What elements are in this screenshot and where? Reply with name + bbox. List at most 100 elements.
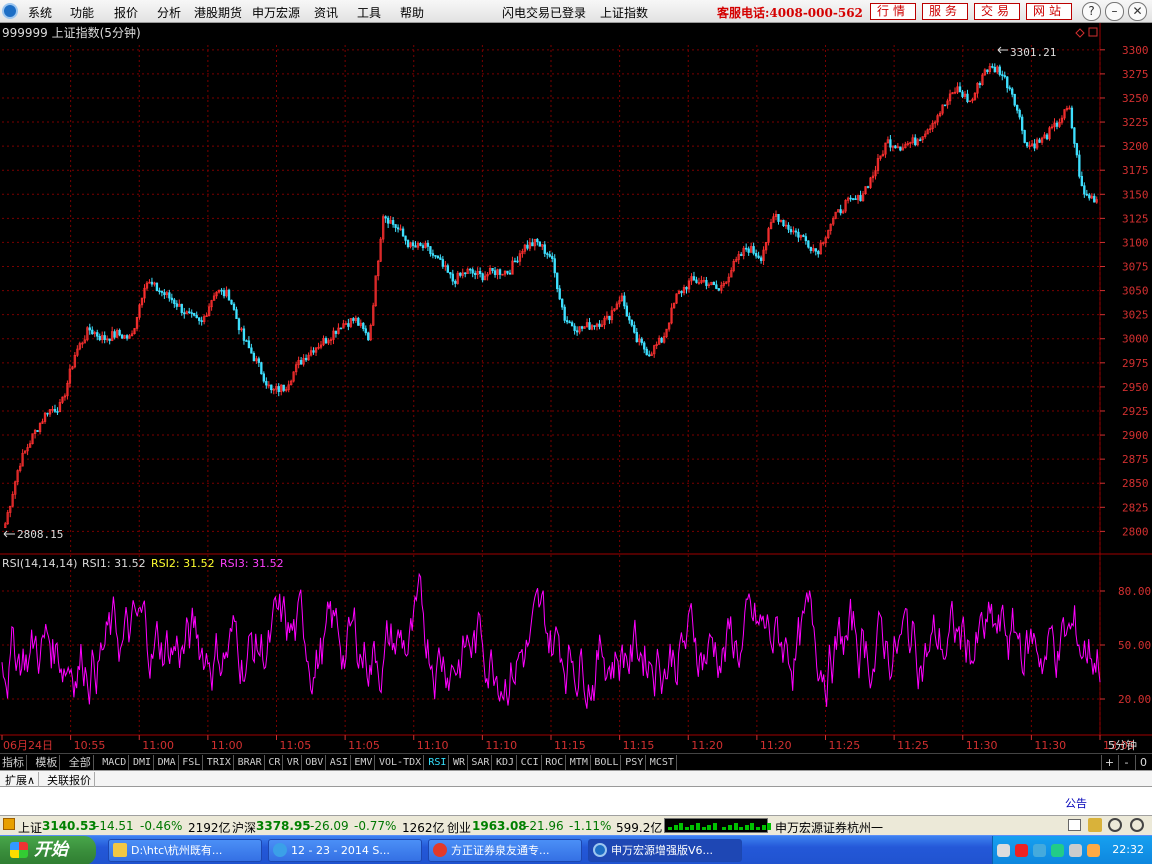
taskbar-item-browser[interactable]: 12 - 23 - 2014 S...: [268, 839, 422, 862]
current-index-name: 上证指数: [600, 6, 649, 20]
breadth-bar: [696, 823, 700, 830]
indicator-tab-wr[interactable]: WR: [451, 755, 469, 770]
indicator-tab-kdj[interactable]: KDJ: [494, 755, 518, 770]
indicator-tab-dmi[interactable]: DMI: [131, 755, 155, 770]
indicator-tab-macd[interactable]: MACD: [100, 755, 130, 770]
indicator-tab-emv[interactable]: EMV: [352, 755, 376, 770]
breadth-bar: [750, 823, 755, 830]
candle-body: [198, 317, 201, 321]
indicator-tab-mtm[interactable]: MTM: [568, 755, 591, 770]
update-icon[interactable]: [1087, 844, 1100, 857]
settings-icon[interactable]: [1130, 818, 1144, 832]
candle-body: [804, 236, 808, 242]
indicator-tab-rsi[interactable]: RSI: [426, 755, 450, 770]
menu-info[interactable]: 资讯: [314, 4, 338, 21]
indicator-tab-fsl[interactable]: FSL: [180, 755, 204, 770]
candle-body: [471, 269, 474, 274]
expand-button[interactable]: 扩展∧: [2, 772, 40, 788]
candle-body: [1045, 134, 1049, 140]
candle-body: [695, 279, 698, 283]
indicator-tab-asi[interactable]: ASI: [328, 755, 351, 770]
minimize-icon[interactable]: –: [1105, 2, 1124, 21]
lock-icon[interactable]: [1108, 818, 1122, 832]
candle-body: [513, 260, 517, 263]
indicator-tab-roc[interactable]: ROC: [543, 755, 567, 770]
candle-body: [324, 338, 328, 344]
cy-change: -21.96: [525, 819, 564, 833]
signal-icon[interactable]: [1088, 818, 1102, 832]
candle-body: [431, 253, 435, 256]
service-button[interactable]: 服务: [922, 3, 968, 20]
service-hotline: 客服电话:4008-000-562: [717, 6, 863, 20]
im-icon[interactable]: [1015, 844, 1028, 857]
zoom-out-button[interactable]: -: [1118, 755, 1134, 770]
taskbar-item-fangzheng[interactable]: 方正证券泉友通专...: [428, 839, 582, 862]
diamond-icon[interactable]: [1075, 28, 1085, 38]
indicator-tab-指标[interactable]: 指标: [0, 755, 27, 770]
website-button[interactable]: 网站: [1026, 3, 1072, 20]
taskbar-item-folder[interactable]: D:\htc\杭州既有...: [108, 839, 262, 862]
taskbar-item-label: D:\htc\杭州既有...: [131, 844, 223, 857]
zoom-in-button[interactable]: +: [1101, 755, 1117, 770]
menu-system[interactable]: 系统: [28, 4, 52, 21]
candle-body: [561, 298, 564, 308]
period-label[interactable]: 5分钟: [1108, 738, 1137, 752]
candle-body: [168, 292, 171, 299]
volume-icon[interactable]: [1069, 844, 1082, 857]
price-tick-label: 3075: [1122, 261, 1149, 274]
candle-body: [573, 325, 576, 331]
indicator-tab-cci[interactable]: CCI: [519, 755, 542, 770]
chart-area[interactable]: 3300 3275 3250 3225 3200 3175 3150 3125 3100 3075…: [0, 23, 1152, 753]
ticker-icon[interactable]: [3, 818, 15, 830]
indicator-tab-vol-tdx[interactable]: VOL-TDX: [377, 755, 425, 770]
indicator-tab-全部[interactable]: 全部: [67, 755, 94, 770]
indicator-tab-psy[interactable]: PSY: [623, 755, 647, 770]
candle-body: [252, 352, 256, 362]
indicator-tab-vr[interactable]: VR: [285, 755, 302, 770]
breadth-bar: [728, 825, 732, 830]
menu-quote[interactable]: 报价: [114, 4, 138, 21]
app-logo-icon[interactable]: [2, 3, 18, 19]
taskbar-item-swhy[interactable]: 申万宏源增强版V6...: [588, 839, 742, 862]
menu-swhy[interactable]: 申万宏源: [252, 4, 300, 21]
candle-body: [88, 327, 91, 331]
breadth-bar: [733, 823, 738, 830]
notebook-icon[interactable]: [1068, 819, 1081, 831]
keyboard-icon[interactable]: [997, 844, 1010, 857]
indicator-tab-dma[interactable]: DMA: [156, 755, 179, 770]
menu-analysis[interactable]: 分析: [157, 4, 181, 21]
candle-body: [419, 243, 422, 246]
indicator-tab-cr[interactable]: CR: [266, 755, 284, 770]
indicator-tab-brar[interactable]: BRAR: [236, 755, 265, 770]
indicator-tab-boll[interactable]: BOLL: [592, 755, 622, 770]
menu-hk-futures[interactable]: 港股期货: [194, 4, 242, 21]
security-icon[interactable]: [1051, 844, 1064, 857]
rsi2-value: 31.52: [183, 557, 215, 570]
menu-help[interactable]: 帮助: [400, 4, 424, 21]
indicator-tab-sar[interactable]: SAR: [469, 755, 493, 770]
network-icon[interactable]: [1033, 844, 1046, 857]
menu-function[interactable]: 功能: [70, 4, 94, 21]
start-button[interactable]: 开始: [0, 836, 96, 864]
min-price-label: 2808.15: [17, 528, 63, 541]
candle-body: [807, 240, 810, 248]
candle-body: [894, 145, 897, 149]
candle-body: [1011, 88, 1014, 95]
close-icon[interactable]: ✕: [1128, 2, 1147, 21]
reset-button[interactable]: 0: [1135, 755, 1151, 770]
indicator-tab-mcst[interactable]: MCST: [648, 755, 677, 770]
notice-area: 公告: [0, 787, 1152, 815]
market-button[interactable]: 行情: [870, 3, 916, 20]
candle-body: [113, 331, 116, 338]
indicator-tab-trix[interactable]: TRIX: [205, 755, 234, 770]
help-icon[interactable]: ?: [1082, 2, 1101, 21]
indicator-tab-模板[interactable]: 模板: [33, 755, 61, 770]
notice-link[interactable]: 公告: [1065, 795, 1087, 811]
related-quotes-tab[interactable]: 关联报价: [44, 772, 95, 788]
trade-button[interactable]: 交易: [974, 3, 1020, 20]
menu-tools[interactable]: 工具: [357, 4, 381, 21]
restore-panel-icon[interactable]: [1088, 27, 1098, 37]
candle-body: [851, 198, 855, 200]
indicator-tab-obv[interactable]: OBV: [303, 755, 327, 770]
rsi1-value: 31.52: [114, 557, 146, 570]
